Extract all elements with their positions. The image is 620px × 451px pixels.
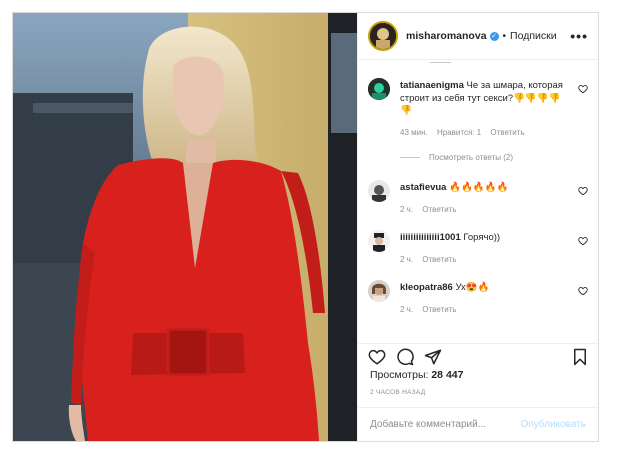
comment-likes[interactable]: Нравится: 1: [437, 128, 481, 137]
post-header: misharomanova ✓ • Подписки •••: [358, 13, 598, 60]
comment-like-heart-icon[interactable]: [578, 236, 588, 246]
comment-meta: 43 мин. Нравится: 1 Ответить: [400, 127, 570, 140]
post-timestamp[interactable]: 2 ЧАСОВ НАЗАД: [358, 385, 598, 407]
comment-text: 🔥🔥🔥🔥🔥: [449, 182, 509, 193]
follow-button[interactable]: Подписки: [510, 30, 557, 42]
comment-meta: 2 ч. Ответить: [400, 254, 570, 267]
comment-item: tatianaenigma Че за шмара, которая строи…: [368, 78, 588, 139]
comment-input[interactable]: Добавьте комментарий...: [370, 419, 521, 430]
replies-line: [400, 157, 420, 158]
comment-username[interactable]: tatianaenigma: [400, 80, 464, 91]
author-avatar[interactable]: [368, 21, 398, 51]
author-username[interactable]: misharomanova: [406, 30, 487, 42]
post-video[interactable]: [13, 13, 357, 441]
bookmark-icon[interactable]: [572, 348, 588, 366]
comment-like-heart-icon[interactable]: [578, 84, 588, 94]
comment-time[interactable]: 43 мин.: [400, 128, 428, 137]
separator-dot: •: [502, 30, 507, 42]
comment-text: Ух😍🔥: [455, 282, 490, 293]
views-label: Просмотры:: [370, 369, 429, 381]
comment-body: iiiiiiiiiiiiiii1001 Горячо)) 2 ч. Ответи…: [400, 232, 570, 266]
comment-username[interactable]: astafievua: [400, 182, 446, 193]
comment-text: Горячо)): [463, 232, 501, 243]
comment-time[interactable]: 2 ч.: [400, 255, 413, 264]
comment-item: iiiiiiiiiiiiiii1001 Горячо)) 2 ч. Ответи…: [368, 230, 588, 266]
comments-list: ——— tatianaenigma Че за шмара, которая с…: [358, 60, 598, 343]
clipped-previous-comment: ———: [430, 60, 451, 66]
reply-button[interactable]: Ответить: [422, 305, 456, 314]
comment-item: kleopatra86 Ух😍🔥 2 ч. Ответить: [368, 280, 588, 316]
share-icon[interactable]: [424, 348, 442, 366]
more-icon[interactable]: •••: [570, 28, 588, 44]
comment-meta: 2 ч. Ответить: [400, 204, 570, 217]
views-value: 28 447: [431, 369, 464, 381]
verified-icon: ✓: [489, 31, 499, 41]
commenter-avatar[interactable]: [368, 78, 390, 100]
view-replies-label[interactable]: Посмотреть ответы (2): [429, 153, 513, 162]
comment-meta: 2 ч. Ответить: [400, 304, 570, 317]
comment-body: astafievua 🔥🔥🔥🔥🔥 2 ч. Ответить: [400, 182, 570, 216]
publish-button[interactable]: Опубликовать: [521, 419, 586, 430]
view-replies-button[interactable]: Посмотреть ответы (2): [400, 153, 588, 162]
comment-time[interactable]: 2 ч.: [400, 205, 413, 214]
reply-button[interactable]: Ответить: [422, 255, 456, 264]
post-sidebar: misharomanova ✓ • Подписки ••• ——— tatia…: [357, 13, 598, 441]
heart-icon[interactable]: [368, 348, 386, 366]
views-count: Просмотры: 28 447: [358, 369, 598, 385]
post-actions: [358, 343, 598, 369]
comment-body: tatianaenigma Че за шмара, которая строи…: [400, 80, 570, 139]
instagram-post: misharomanova ✓ • Подписки ••• ——— tatia…: [12, 12, 599, 442]
comment-item: astafievua 🔥🔥🔥🔥🔥 2 ч. Ответить: [368, 180, 588, 216]
comment-like-heart-icon[interactable]: [578, 286, 588, 296]
commenter-avatar[interactable]: [368, 180, 390, 202]
commenter-avatar[interactable]: [368, 280, 390, 302]
comment-icon[interactable]: [396, 348, 414, 366]
comment-body: kleopatra86 Ух😍🔥 2 ч. Ответить: [400, 282, 570, 316]
video-frame: [13, 13, 357, 441]
comment-time[interactable]: 2 ч.: [400, 305, 413, 314]
reply-button[interactable]: Ответить: [490, 128, 524, 137]
reply-button[interactable]: Ответить: [422, 205, 456, 214]
comment-like-heart-icon[interactable]: [578, 186, 588, 196]
comment-username[interactable]: kleopatra86: [400, 282, 453, 293]
comment-username[interactable]: iiiiiiiiiiiiiii1001: [400, 232, 461, 243]
commenter-avatar[interactable]: [368, 230, 390, 252]
add-comment-bar: Добавьте комментарий... Опубликовать: [358, 407, 598, 441]
